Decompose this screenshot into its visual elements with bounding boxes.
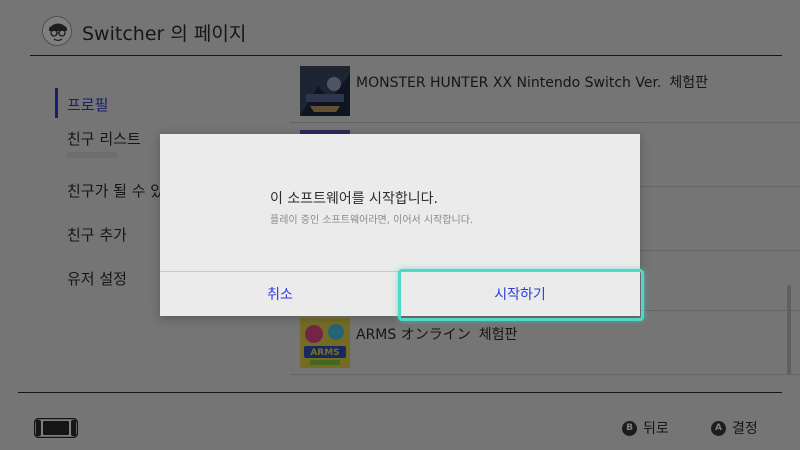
selection-focus-ring: [398, 269, 644, 321]
user-page-screen: Switcher 의 페이지 프로필 친구 리스트 친구가 될 수 있 친구 추…: [0, 0, 800, 450]
dialog-message: 이 소프트웨어를 시작합니다.: [270, 191, 438, 207]
cancel-button[interactable]: 취소: [160, 272, 400, 316]
dialog-subtext: 플레이 중인 소프트웨어라면, 이어서 시작합니다.: [270, 215, 474, 226]
